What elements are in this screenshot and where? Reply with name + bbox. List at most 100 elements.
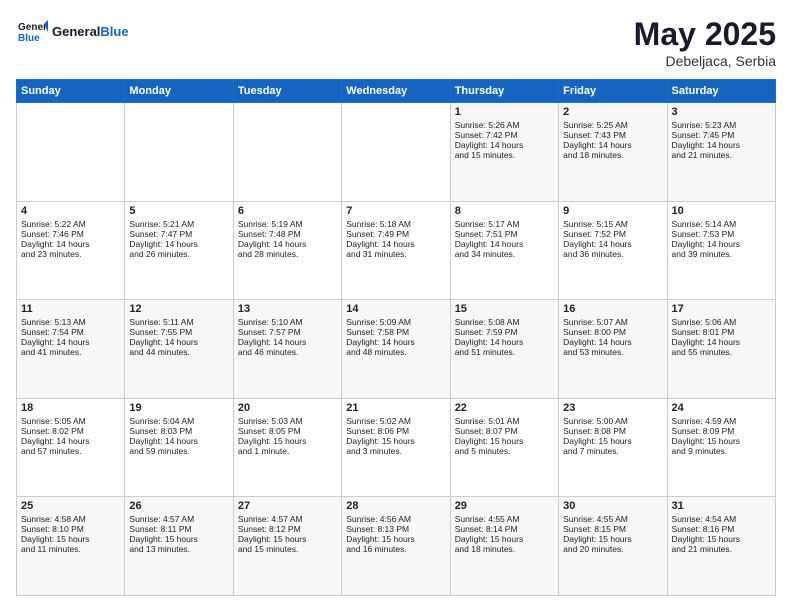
day-info: Sunset: 7:51 PM bbox=[455, 229, 554, 239]
table-row: 29Sunrise: 4:55 AMSunset: 8:14 PMDayligh… bbox=[450, 497, 558, 596]
day-info: Sunset: 7:59 PM bbox=[455, 327, 554, 337]
day-number: 1 bbox=[455, 106, 554, 118]
day-info: Sunrise: 5:13 AM bbox=[21, 317, 120, 327]
table-row: 10Sunrise: 5:14 AMSunset: 7:53 PMDayligh… bbox=[667, 201, 775, 300]
day-info: and 53 minutes. bbox=[563, 347, 662, 357]
table-row: 17Sunrise: 5:06 AMSunset: 8:01 PMDayligh… bbox=[667, 300, 775, 399]
logo-icon: General Blue bbox=[16, 16, 48, 48]
day-info: Sunrise: 4:57 AM bbox=[238, 514, 337, 524]
calendar-week-row: 1Sunrise: 5:26 AMSunset: 7:42 PMDaylight… bbox=[17, 103, 776, 202]
calendar-header-row: Sunday Monday Tuesday Wednesday Thursday… bbox=[17, 80, 776, 103]
day-info: Sunrise: 5:22 AM bbox=[21, 219, 120, 229]
day-info: and 34 minutes. bbox=[455, 249, 554, 259]
calendar-week-row: 25Sunrise: 4:58 AMSunset: 8:10 PMDayligh… bbox=[17, 497, 776, 596]
day-info: and 46 minutes. bbox=[238, 347, 337, 357]
day-info: Sunset: 8:03 PM bbox=[129, 426, 228, 436]
month-title: May 2025 bbox=[634, 16, 776, 53]
day-info: Sunset: 7:52 PM bbox=[563, 229, 662, 239]
day-info: Sunrise: 5:18 AM bbox=[346, 219, 445, 229]
col-friday: Friday bbox=[559, 80, 667, 103]
day-info: Sunrise: 4:55 AM bbox=[563, 514, 662, 524]
day-info: Sunrise: 4:56 AM bbox=[346, 514, 445, 524]
day-info: and 59 minutes. bbox=[129, 446, 228, 456]
day-number: 13 bbox=[238, 303, 337, 315]
day-info: Daylight: 14 hours bbox=[672, 337, 771, 347]
day-info: Sunset: 8:08 PM bbox=[563, 426, 662, 436]
day-info: Daylight: 15 hours bbox=[455, 534, 554, 544]
day-number: 29 bbox=[455, 500, 554, 512]
day-info: Sunrise: 5:19 AM bbox=[238, 219, 337, 229]
day-info: and 41 minutes. bbox=[21, 347, 120, 357]
day-info: Sunset: 8:05 PM bbox=[238, 426, 337, 436]
day-info: Daylight: 14 hours bbox=[21, 337, 120, 347]
day-info: Sunset: 7:49 PM bbox=[346, 229, 445, 239]
day-info: Sunrise: 5:21 AM bbox=[129, 219, 228, 229]
day-number: 27 bbox=[238, 500, 337, 512]
table-row: 11Sunrise: 5:13 AMSunset: 7:54 PMDayligh… bbox=[17, 300, 125, 399]
day-info: Daylight: 14 hours bbox=[21, 239, 120, 249]
day-number: 19 bbox=[129, 402, 228, 414]
day-info: Sunset: 7:48 PM bbox=[238, 229, 337, 239]
day-number: 18 bbox=[21, 402, 120, 414]
table-row: 6Sunrise: 5:19 AMSunset: 7:48 PMDaylight… bbox=[233, 201, 341, 300]
day-info: and 44 minutes. bbox=[129, 347, 228, 357]
day-number: 9 bbox=[563, 205, 662, 217]
table-row: 31Sunrise: 4:54 AMSunset: 8:16 PMDayligh… bbox=[667, 497, 775, 596]
day-info: and 18 minutes. bbox=[563, 150, 662, 160]
table-row: 15Sunrise: 5:08 AMSunset: 7:59 PMDayligh… bbox=[450, 300, 558, 399]
day-info: Daylight: 14 hours bbox=[455, 337, 554, 347]
day-info: Sunset: 8:01 PM bbox=[672, 327, 771, 337]
table-row: 28Sunrise: 4:56 AMSunset: 8:13 PMDayligh… bbox=[342, 497, 450, 596]
logo-general: General bbox=[52, 24, 100, 39]
day-info: Daylight: 14 hours bbox=[129, 436, 228, 446]
day-info: and 3 minutes. bbox=[346, 446, 445, 456]
day-info: and 1 minute. bbox=[238, 446, 337, 456]
calendar-week-row: 18Sunrise: 5:05 AMSunset: 8:02 PMDayligh… bbox=[17, 398, 776, 497]
day-info: Daylight: 14 hours bbox=[129, 337, 228, 347]
day-info: Sunrise: 5:01 AM bbox=[455, 416, 554, 426]
day-info: Sunset: 8:10 PM bbox=[21, 524, 120, 534]
day-info: Sunrise: 5:11 AM bbox=[129, 317, 228, 327]
day-info: Daylight: 14 hours bbox=[129, 239, 228, 249]
day-info: and 36 minutes. bbox=[563, 249, 662, 259]
table-row bbox=[125, 103, 233, 202]
table-row: 30Sunrise: 4:55 AMSunset: 8:15 PMDayligh… bbox=[559, 497, 667, 596]
table-row bbox=[233, 103, 341, 202]
day-info: Daylight: 14 hours bbox=[346, 239, 445, 249]
day-info: Sunset: 8:11 PM bbox=[129, 524, 228, 534]
day-info: Daylight: 15 hours bbox=[672, 534, 771, 544]
logo: General Blue GeneralBlue bbox=[16, 16, 129, 48]
table-row: 3Sunrise: 5:23 AMSunset: 7:45 PMDaylight… bbox=[667, 103, 775, 202]
day-info: Sunrise: 5:06 AM bbox=[672, 317, 771, 327]
day-number: 22 bbox=[455, 402, 554, 414]
day-number: 28 bbox=[346, 500, 445, 512]
day-info: Sunset: 7:42 PM bbox=[455, 130, 554, 140]
day-number: 20 bbox=[238, 402, 337, 414]
day-info: Sunset: 8:12 PM bbox=[238, 524, 337, 534]
col-wednesday: Wednesday bbox=[342, 80, 450, 103]
col-saturday: Saturday bbox=[667, 80, 775, 103]
calendar-week-row: 11Sunrise: 5:13 AMSunset: 7:54 PMDayligh… bbox=[17, 300, 776, 399]
day-info: and 57 minutes. bbox=[21, 446, 120, 456]
day-info: Sunrise: 5:08 AM bbox=[455, 317, 554, 327]
day-info: Sunrise: 5:00 AM bbox=[563, 416, 662, 426]
day-info: and 9 minutes. bbox=[672, 446, 771, 456]
day-number: 12 bbox=[129, 303, 228, 315]
table-row bbox=[342, 103, 450, 202]
day-info: Sunrise: 5:02 AM bbox=[346, 416, 445, 426]
day-info: Sunset: 7:57 PM bbox=[238, 327, 337, 337]
day-info: Daylight: 15 hours bbox=[563, 436, 662, 446]
day-info: and 20 minutes. bbox=[563, 544, 662, 554]
day-number: 2 bbox=[563, 106, 662, 118]
day-info: and 15 minutes. bbox=[455, 150, 554, 160]
day-info: and 5 minutes. bbox=[455, 446, 554, 456]
table-row: 26Sunrise: 4:57 AMSunset: 8:11 PMDayligh… bbox=[125, 497, 233, 596]
table-row: 23Sunrise: 5:00 AMSunset: 8:08 PMDayligh… bbox=[559, 398, 667, 497]
day-number: 25 bbox=[21, 500, 120, 512]
table-row: 14Sunrise: 5:09 AMSunset: 7:58 PMDayligh… bbox=[342, 300, 450, 399]
day-info: Daylight: 14 hours bbox=[455, 140, 554, 150]
page: General Blue GeneralBlue May 2025 Debelj… bbox=[0, 0, 792, 612]
day-number: 8 bbox=[455, 205, 554, 217]
day-number: 21 bbox=[346, 402, 445, 414]
day-info: Daylight: 15 hours bbox=[346, 436, 445, 446]
